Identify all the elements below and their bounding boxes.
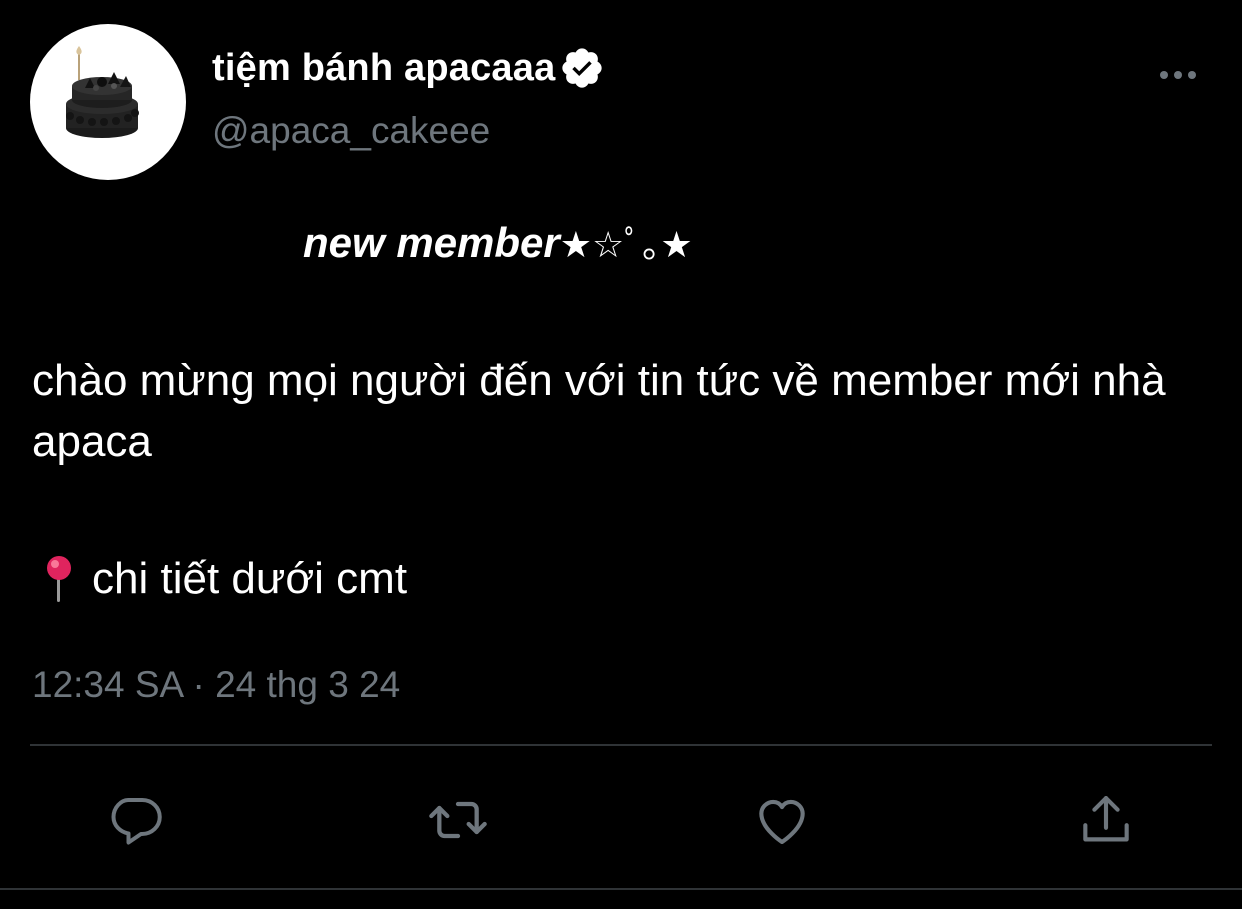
tweet-pin-line: chi tiết dưới cmt <box>32 552 407 606</box>
more-options-icon[interactable] <box>1156 60 1200 90</box>
headline-decoration: ★☆ﾟ｡★ <box>559 225 693 266</box>
reply-icon <box>111 798 162 845</box>
heart-icon <box>759 799 805 845</box>
cake-avatar-image <box>66 46 139 138</box>
display-name[interactable]: tiệm bánh apacaaa <box>212 47 555 90</box>
tweet-headline: new member★☆ﾟ｡★ <box>303 216 693 268</box>
avatar[interactable] <box>30 24 186 180</box>
reply-button[interactable] <box>104 788 168 852</box>
share-button[interactable] <box>1074 788 1138 852</box>
author-name-row[interactable]: tiệm bánh apacaaa <box>212 44 605 92</box>
pin-text: chi tiết dưới cmt <box>92 554 408 603</box>
verified-badge-icon <box>562 48 603 88</box>
like-button[interactable] <box>750 788 814 852</box>
divider <box>30 744 1212 746</box>
divider-bottom <box>0 888 1242 890</box>
author-handle[interactable]: @apaca_cakeee <box>212 110 490 152</box>
tweet-detail: tiệm bánh apacaaa @apaca_cakeee new memb… <box>0 0 1242 909</box>
headline-text: new member <box>303 219 560 266</box>
tweet-body-text: chào mừng mọi người đến với tin tức về m… <box>32 356 1166 466</box>
round-pushpin-icon <box>47 556 71 602</box>
retweet-button[interactable] <box>426 788 490 852</box>
share-icon <box>1083 795 1129 842</box>
retweet-icon <box>429 801 487 839</box>
tweet-timestamp[interactable]: 12:34 SA · 24 thg 3 24 <box>32 664 400 706</box>
